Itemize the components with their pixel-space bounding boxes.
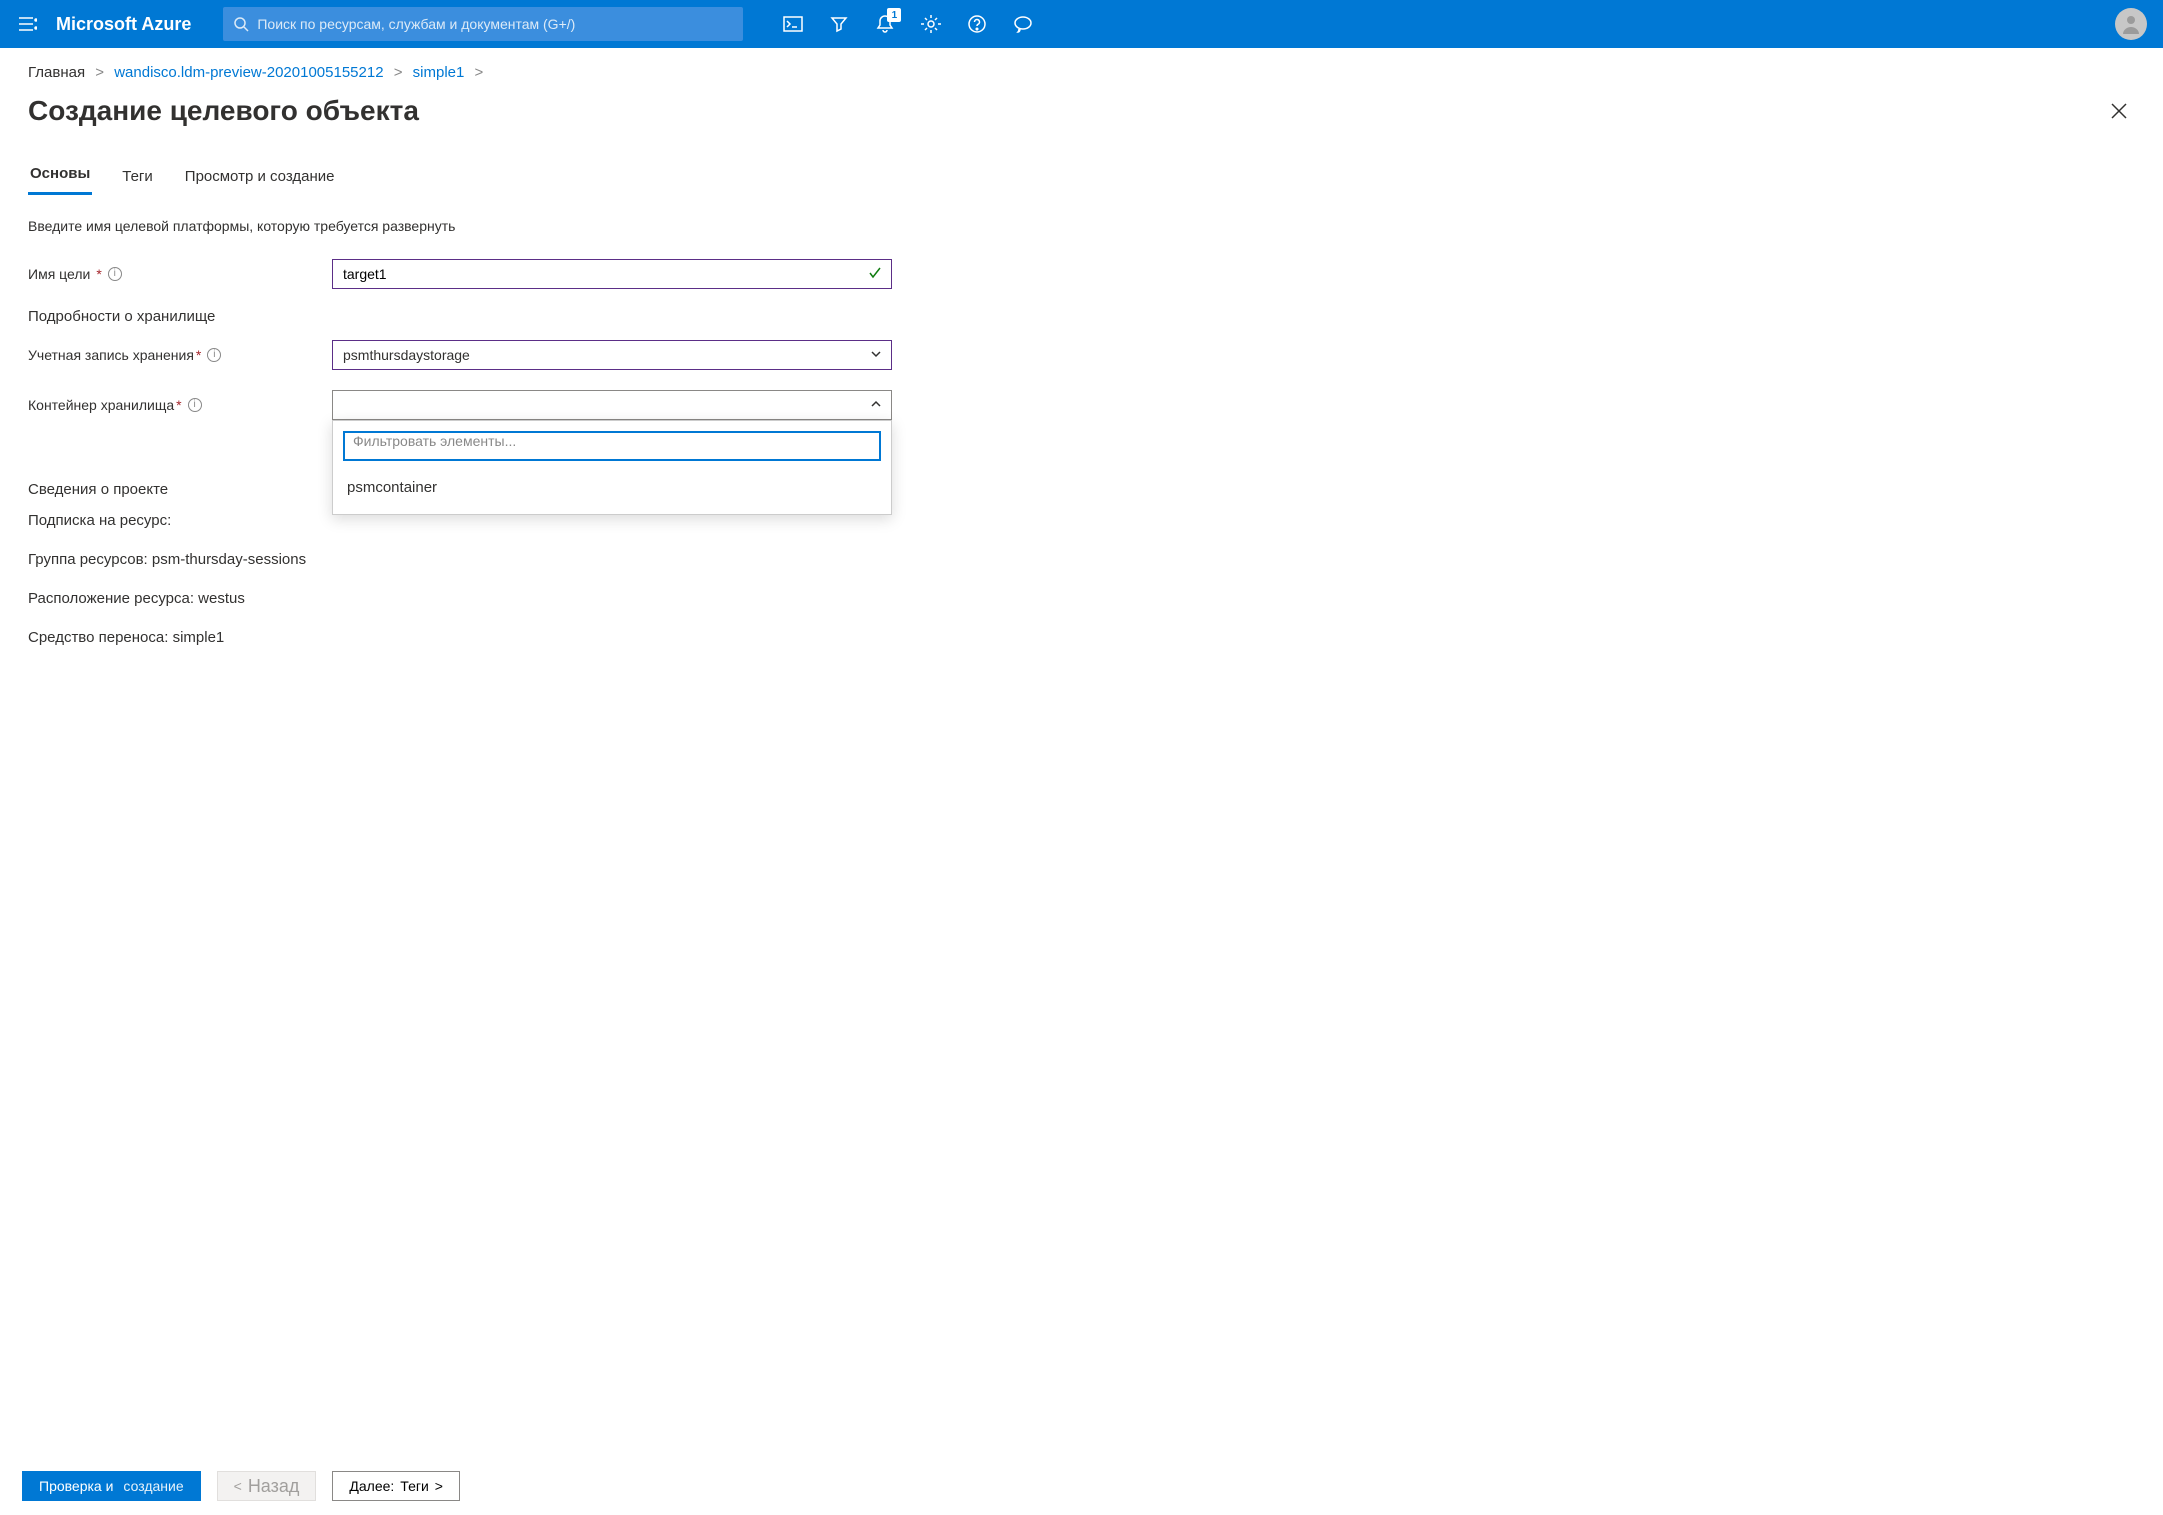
account-avatar[interactable] (2115, 8, 2147, 40)
tab-basics[interactable]: Основы (28, 159, 92, 195)
review-create-button[interactable]: Проверка и создание (22, 1471, 201, 1501)
help-icon (968, 15, 986, 33)
footer-bar: Проверка и создание < Назад Далее: Теги … (0, 1457, 2163, 1515)
input-target-name-wrap (332, 259, 892, 289)
input-target-name[interactable] (343, 266, 863, 282)
chevron-right-icon: > (95, 64, 104, 81)
row-storage-account: Учетная запись хранения * i psmthursdays… (28, 339, 892, 371)
label-storage-account: Учетная запись хранения * i (28, 347, 332, 363)
btn-sublabel: создание (123, 1478, 183, 1494)
breadcrumb-link-1[interactable]: wandisco.ldm-preview-20201005155212 (114, 64, 383, 81)
cloud-shell-icon (783, 16, 803, 32)
breadcrumb-home[interactable]: Главная (28, 64, 85, 81)
dropdown-option[interactable]: psmcontainer (343, 471, 881, 504)
cloud-shell-button[interactable] (771, 2, 815, 46)
chevron-right-icon: > (394, 64, 403, 81)
top-icons: 1 (771, 2, 1045, 46)
search-input[interactable] (257, 16, 733, 32)
form-content: Введите имя целевой платформы, которую т… (0, 196, 920, 788)
tab-tags[interactable]: Теги (120, 162, 155, 195)
feedback-icon (1013, 15, 1033, 33)
next-button[interactable]: Далее: Теги > (332, 1471, 460, 1501)
brand-logo[interactable]: Microsoft Azure (56, 14, 191, 35)
close-icon (2110, 102, 2128, 120)
feedback-button[interactable] (1001, 2, 1045, 46)
filter-icon (830, 15, 848, 33)
chevron-up-icon (869, 397, 883, 414)
location-line: Расположение ресурса: westus (28, 590, 892, 607)
select-storage-container[interactable] (332, 390, 892, 420)
btn-prefix: Далее: (349, 1478, 394, 1494)
label-target-name: Имя цели * i (28, 266, 332, 282)
notifications-button[interactable]: 1 (863, 2, 907, 46)
select-value: psmthursdaystorage (343, 347, 470, 363)
btn-label: Теги (400, 1478, 428, 1494)
intro-text: Введите имя целевой платформы, которую т… (28, 218, 892, 234)
btn-label: Проверка и (39, 1478, 113, 1494)
row-storage-container: Контейнер хранилища * i psmcontainer (28, 389, 892, 421)
breadcrumb: Главная > wandisco.ldm-preview-202010051… (0, 48, 2163, 87)
select-storage-container-wrap: psmcontainer (332, 390, 892, 420)
required-star-icon: * (176, 397, 181, 413)
row-target-name: Имя цели * i (28, 258, 892, 290)
section-storage: Подробности о хранилище (28, 308, 892, 325)
page-title: Создание целевого объекта (28, 95, 2103, 127)
close-button[interactable] (2103, 95, 2135, 127)
gear-icon (921, 14, 941, 34)
search-icon (233, 16, 249, 32)
btn-label: Назад (248, 1476, 300, 1497)
info-icon[interactable]: i (207, 348, 221, 362)
label-text: Имя цели (28, 266, 90, 282)
directories-button[interactable] (817, 2, 861, 46)
settings-button[interactable] (909, 2, 953, 46)
info-icon[interactable]: i (108, 267, 122, 281)
top-bar: Microsoft Azure 1 (0, 0, 2163, 48)
person-icon (2119, 12, 2143, 36)
label-text: Учетная запись хранения (28, 347, 194, 363)
back-button: < Назад (217, 1471, 317, 1501)
required-star-icon: * (196, 347, 201, 363)
dropdown-panel: psmcontainer (332, 420, 892, 515)
tab-review[interactable]: Просмотр и создание (183, 162, 337, 195)
dropdown-filter-input[interactable] (353, 433, 871, 449)
required-star-icon: * (96, 266, 101, 282)
info-icon[interactable]: i (188, 398, 202, 412)
page-header: Создание целевого объекта (0, 87, 2163, 149)
dropdown-filter-wrap (343, 431, 881, 461)
notification-badge: 1 (887, 8, 901, 22)
checkmark-icon (867, 265, 883, 284)
breadcrumb-link-2[interactable]: simple1 (413, 64, 465, 81)
chevron-left-icon: < (234, 1478, 242, 1494)
migrator-line: Средство переноса: simple1 (28, 629, 892, 646)
chevron-right-icon: > (435, 1478, 443, 1494)
tabs: Основы Теги Просмотр и создание (0, 159, 2163, 196)
resource-group-line: Группа ресурсов: psm-thursday-sessions (28, 551, 892, 568)
chevron-down-icon (869, 347, 883, 364)
hamburger-icon (19, 17, 37, 31)
select-storage-account[interactable]: psmthursdaystorage (332, 340, 892, 370)
label-storage-container: Контейнер хранилища * i (28, 397, 332, 413)
chevron-right-icon: > (475, 64, 484, 81)
help-button[interactable] (955, 2, 999, 46)
menu-button[interactable] (8, 4, 48, 44)
global-search[interactable] (223, 7, 743, 41)
label-text: Контейнер хранилища (28, 397, 174, 413)
